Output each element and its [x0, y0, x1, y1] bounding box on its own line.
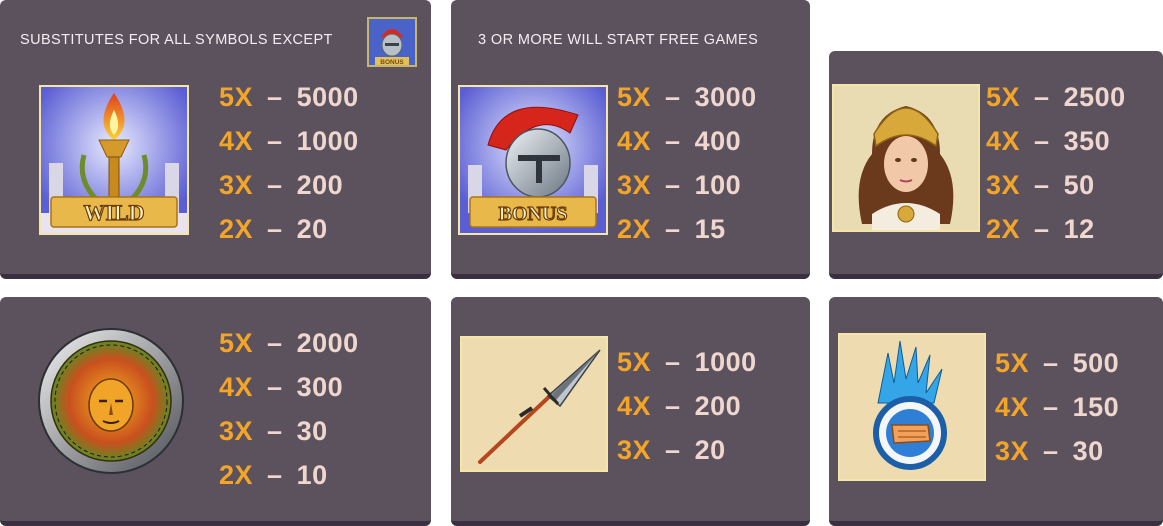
- wild-torch-symbol: WILD: [39, 85, 189, 235]
- payout-row: 5X –2500: [986, 82, 1126, 112]
- payout-row: 4X –300: [219, 372, 344, 402]
- spear-symbol: [460, 336, 608, 472]
- bonus-helmet-symbol: BONUS: [458, 85, 608, 235]
- wild-caption: SUBSTITUTES FOR ALL SYMBOLS EXCEPT: [20, 32, 333, 48]
- wild-payouts: 5X –5000 4X –1000 3X –200 2X –20: [219, 75, 359, 251]
- lightning-fist-symbol: [838, 333, 986, 481]
- shield-paytable-panel: 5X –2000 4X –300 3X –30 2X –10: [0, 297, 431, 526]
- payout-row: 3X –30: [995, 436, 1104, 466]
- payout-row: 2X –20: [219, 214, 328, 244]
- payout-row: 4X –350: [986, 126, 1111, 156]
- payout-row: 3X –50: [986, 170, 1095, 200]
- payout-row: 3X –100: [617, 170, 742, 200]
- bonus-symbol-label: BONUS: [499, 203, 568, 225]
- payout-row: 5X –3000: [617, 82, 757, 112]
- payout-row: 2X –15: [617, 214, 726, 244]
- payout-row: 4X –150: [995, 392, 1120, 422]
- goddess-paytable-panel: 5X –2500 4X –350 3X –50 2X –12: [829, 51, 1163, 279]
- wild-symbol-label: WILD: [83, 200, 144, 225]
- payout-row: 4X –200: [617, 391, 742, 421]
- payout-row: 3X –200: [219, 170, 344, 200]
- payout-row: 2X –10: [219, 460, 328, 490]
- bonus-caption: 3 OR MORE WILL START FREE GAMES: [478, 32, 759, 48]
- payout-row: 5X –500: [995, 348, 1120, 378]
- payout-row: 5X –2000: [219, 328, 359, 358]
- payout-row: 2X –12: [986, 214, 1095, 244]
- payout-row: 5X –5000: [219, 82, 359, 112]
- payout-row: 4X –1000: [219, 126, 359, 156]
- lightning-paytable-panel: 5X –500 4X –150 3X –30: [829, 297, 1163, 526]
- payout-row: 5X –1000: [617, 347, 757, 377]
- payout-row: 3X –20: [617, 435, 726, 465]
- goddess-payouts: 5X –2500 4X –350 3X –50 2X –12: [986, 75, 1126, 251]
- bonus-paytable-panel: 3 OR MORE WILL START FREE GAMES BONUS 5X…: [451, 0, 810, 279]
- spear-payouts: 5X –1000 4X –200 3X –20: [617, 340, 757, 472]
- bonus-helmet-mini-icon: BONUS: [367, 17, 417, 67]
- lightning-payouts: 5X –500 4X –150 3X –30: [995, 341, 1119, 473]
- goddess-athena-symbol: [832, 84, 980, 232]
- medusa-shield-symbol: [37, 327, 185, 475]
- shield-payouts: 5X –2000 4X –300 3X –30 2X –10: [219, 321, 359, 497]
- bonus-payouts: 5X –3000 4X –400 3X –100 2X –15: [617, 75, 757, 251]
- wild-paytable-panel: SUBSTITUTES FOR ALL SYMBOLS EXCEPT BONUS: [0, 0, 431, 279]
- mini-bonus-label: BONUS: [380, 59, 404, 66]
- spear-paytable-panel: 5X –1000 4X –200 3X –20: [451, 297, 810, 526]
- payout-row: 3X –30: [219, 416, 328, 446]
- payout-row: 4X –400: [617, 126, 742, 156]
